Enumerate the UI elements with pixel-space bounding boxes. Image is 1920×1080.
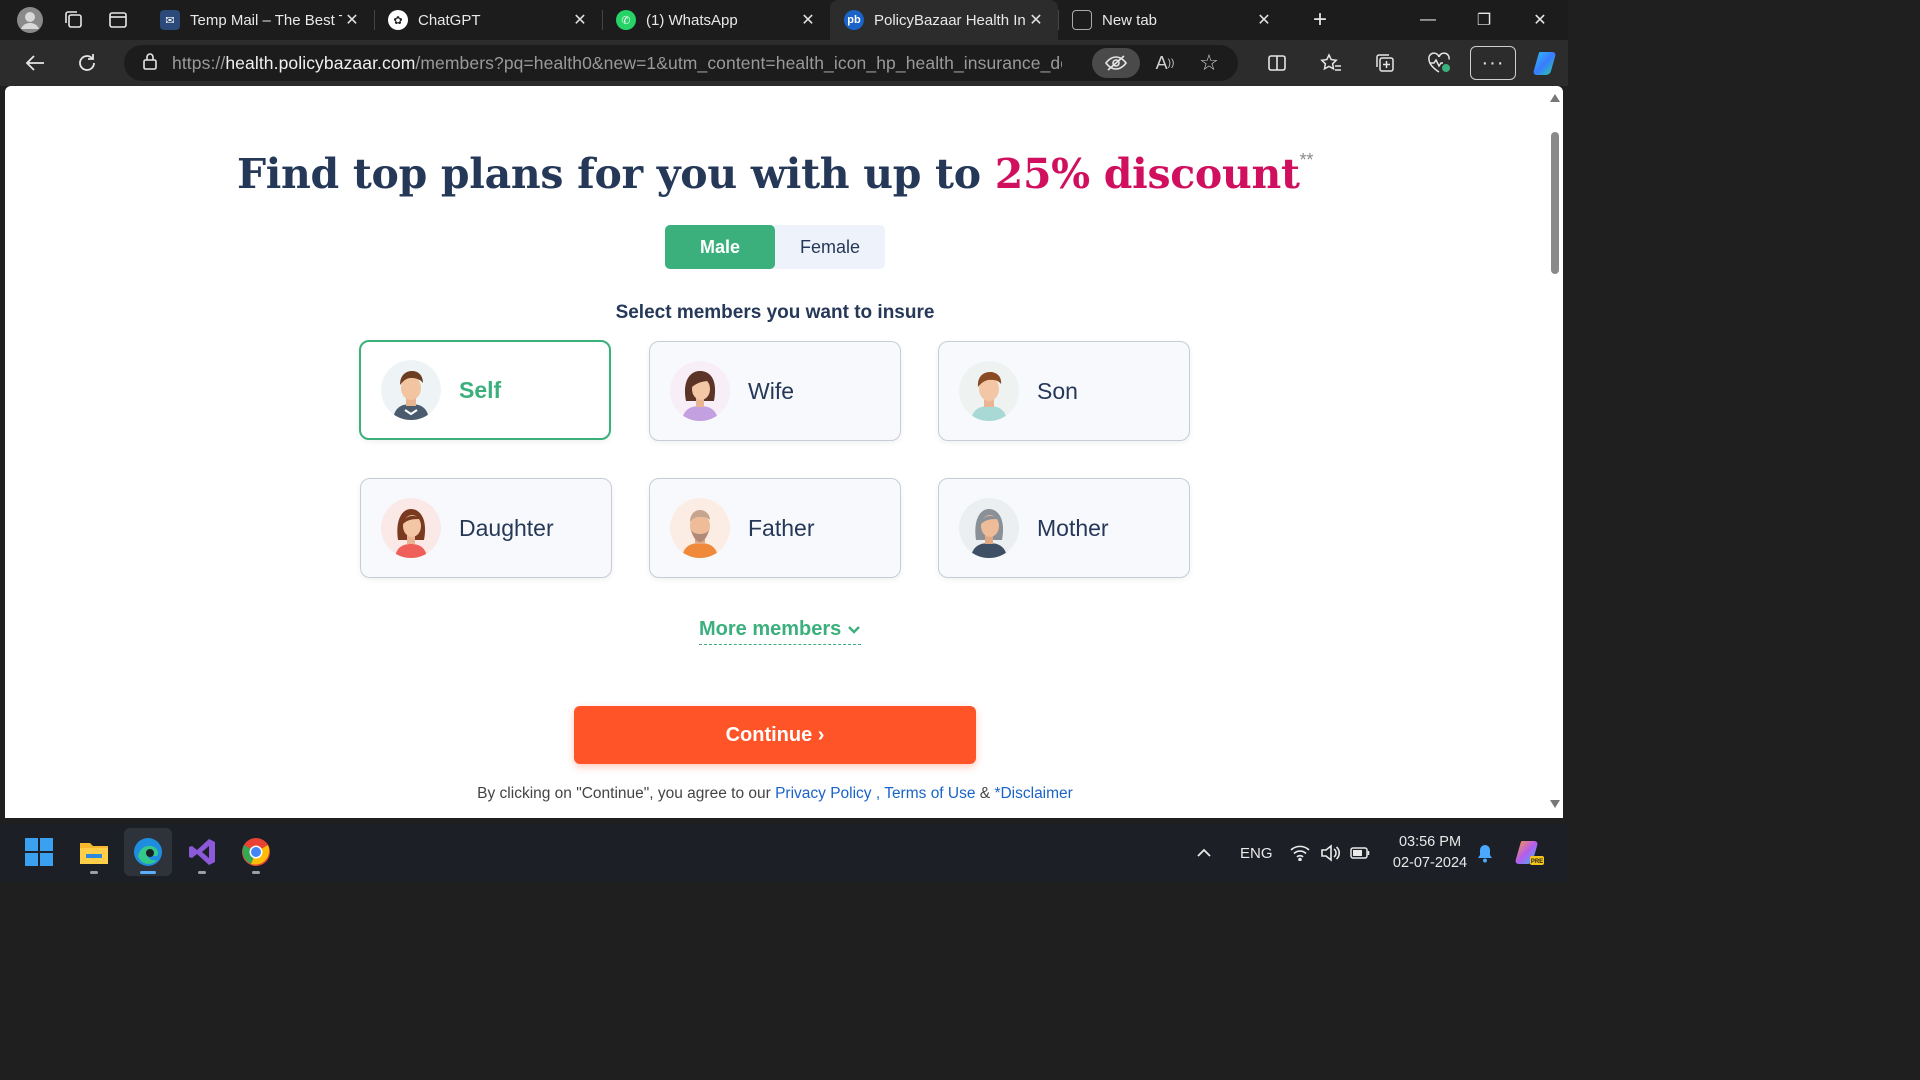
member-label: Daughter [459,514,554,541]
member-card-wife[interactable]: Wife [649,341,901,441]
tab-title: Temp Mail – The Best Temp [190,11,342,29]
browser-toolbar: https://health.policybazaar.com/members?… [0,40,1568,86]
footnote-marker: ** [1299,150,1314,170]
member-card-daughter[interactable]: Daughter [360,478,612,578]
volume-icon[interactable] [1320,824,1340,882]
wife-avatar-icon [670,361,730,421]
favorite-star-icon[interactable]: ☆ [1190,48,1228,78]
lock-icon[interactable] [142,52,158,75]
favorites-icon[interactable] [1304,45,1358,81]
member-card-father[interactable]: Father [649,478,901,578]
tab-new-tab[interactable]: New tab ✕ [1058,0,1286,40]
new-tab-button[interactable]: + [1300,3,1340,37]
close-window-icon[interactable]: ✕ [1512,0,1568,40]
tab-title: (1) WhatsApp [646,11,738,29]
minimize-icon[interactable]: — [1400,0,1456,40]
system-clock[interactable]: 03:56 PM 02-07-2024 [1380,832,1480,874]
copilot-taskbar-icon[interactable]: PRE [1514,824,1544,882]
collections-icon[interactable] [1358,45,1412,81]
son-avatar-icon [959,361,1019,421]
browser-tabstrip: ✉ Temp Mail – The Best Temp ✕ ✿ ChatGPT … [0,0,1568,40]
gender-male-button[interactable]: Male [665,225,775,269]
close-tab-icon[interactable]: ✕ [570,10,590,30]
windows-start-icon[interactable] [15,828,63,876]
windows-taskbar: ENG 03:56 PM 02-07-2024 PRE [0,824,1568,882]
chrome-icon[interactable] [232,828,280,876]
close-tab-icon[interactable]: ✕ [1254,10,1274,30]
read-aloud-icon[interactable]: A)) [1146,48,1184,78]
tab-whatsapp[interactable]: ✆ (1) WhatsApp ✕ [602,0,830,40]
scroll-up-arrow-icon[interactable] [1550,94,1560,102]
close-tab-icon[interactable]: ✕ [798,10,818,30]
temp-mail-favicon-icon: ✉ [160,10,180,30]
terms-of-use-link[interactable]: Terms of Use [884,785,975,802]
chevron-down-icon [848,625,861,634]
workspaces-icon[interactable] [52,3,96,37]
more-members-label: More members [699,618,842,640]
language-indicator[interactable]: ENG [1240,824,1273,882]
daughter-avatar-icon [381,498,441,558]
member-label: Self [459,376,502,403]
members-section-title: Select members you want to insure [615,302,935,323]
new-tab-favicon-icon [1072,10,1092,30]
whatsapp-favicon-icon: ✆ [616,10,636,30]
member-label: Father [748,514,815,541]
chatgpt-favicon-icon: ✿ [388,10,408,30]
vertical-tabs-icon[interactable] [96,3,140,37]
wifi-icon[interactable] [1290,824,1310,882]
tab-policybazaar[interactable]: pb PolicyBazaar Health Insurance ✕ [830,0,1058,40]
tab-temp-mail[interactable]: ✉ Temp Mail – The Best Temp ✕ [146,0,374,40]
visual-studio-icon[interactable] [178,828,226,876]
member-card-son[interactable]: Son [938,341,1190,441]
member-label: Son [1037,377,1078,404]
member-card-mother[interactable]: Mother [938,478,1190,578]
window-controls: — ❐ ✕ [1400,0,1568,40]
address-bar[interactable]: https://health.policybazaar.com/members?… [124,45,1238,81]
split-screen-icon[interactable] [1250,45,1304,81]
disclaimer-link[interactable]: *Disclaimer [994,785,1072,802]
gender-toggle: Male Female [665,225,885,269]
tab-chatgpt[interactable]: ✿ ChatGPT ✕ [374,0,602,40]
browser-essentials-icon[interactable] [1412,45,1466,81]
privacy-policy-link[interactable]: Privacy Policy [775,785,871,802]
father-avatar-icon [670,498,730,558]
page-headline: Find top plans for you with up to 25% di… [236,150,1314,198]
back-icon[interactable] [12,45,58,81]
edge-icon[interactable] [124,828,172,876]
settings-more-icon[interactable]: ··· [1470,46,1516,80]
refresh-icon[interactable] [64,45,110,81]
show-hidden-icons[interactable] [1196,824,1212,882]
tab-title: ChatGPT [418,11,481,29]
policybazaar-favicon-icon: pb [844,10,864,30]
scrollbar-thumb[interactable] [1551,132,1559,274]
member-label: Wife [748,377,794,404]
clock-date: 02-07-2024 [1392,855,1468,871]
discount-highlight: 25% discount [994,150,1300,198]
mother-avatar-icon [959,498,1019,558]
tracking-prevention-icon[interactable] [1092,48,1140,78]
close-tab-icon[interactable]: ✕ [342,10,362,30]
clock-time: 03:56 PM [1398,834,1462,850]
self-avatar-icon [381,360,441,420]
page-viewport: Find top plans for you with up to 25% di… [5,86,1563,818]
page-scrollbar[interactable] [1547,86,1563,818]
tab-title: PolicyBazaar Health Insurance [874,11,1026,29]
member-card-self[interactable]: Self [359,340,611,440]
url-text[interactable]: https://health.policybazaar.com/members?… [172,53,1062,74]
profile-icon[interactable] [8,3,52,37]
close-tab-icon[interactable]: ✕ [1026,10,1046,30]
notification-bell-icon[interactable] [1476,824,1494,882]
tab-title: New tab [1102,11,1158,29]
svg-text:PRE: PRE [1531,859,1543,865]
battery-icon[interactable] [1350,824,1370,882]
scroll-down-arrow-icon[interactable] [1550,800,1560,808]
member-label: Mother [1037,514,1109,541]
copilot-icon[interactable] [1520,45,1574,81]
continue-button[interactable]: Continue › [574,706,976,764]
terms-text: By clicking on "Continue", you agree to … [477,785,1073,802]
restore-icon[interactable]: ❐ [1456,0,1512,40]
gender-female-button[interactable]: Female [775,225,885,269]
file-explorer-icon[interactable] [70,828,118,876]
more-members-link[interactable]: More members [699,618,862,645]
